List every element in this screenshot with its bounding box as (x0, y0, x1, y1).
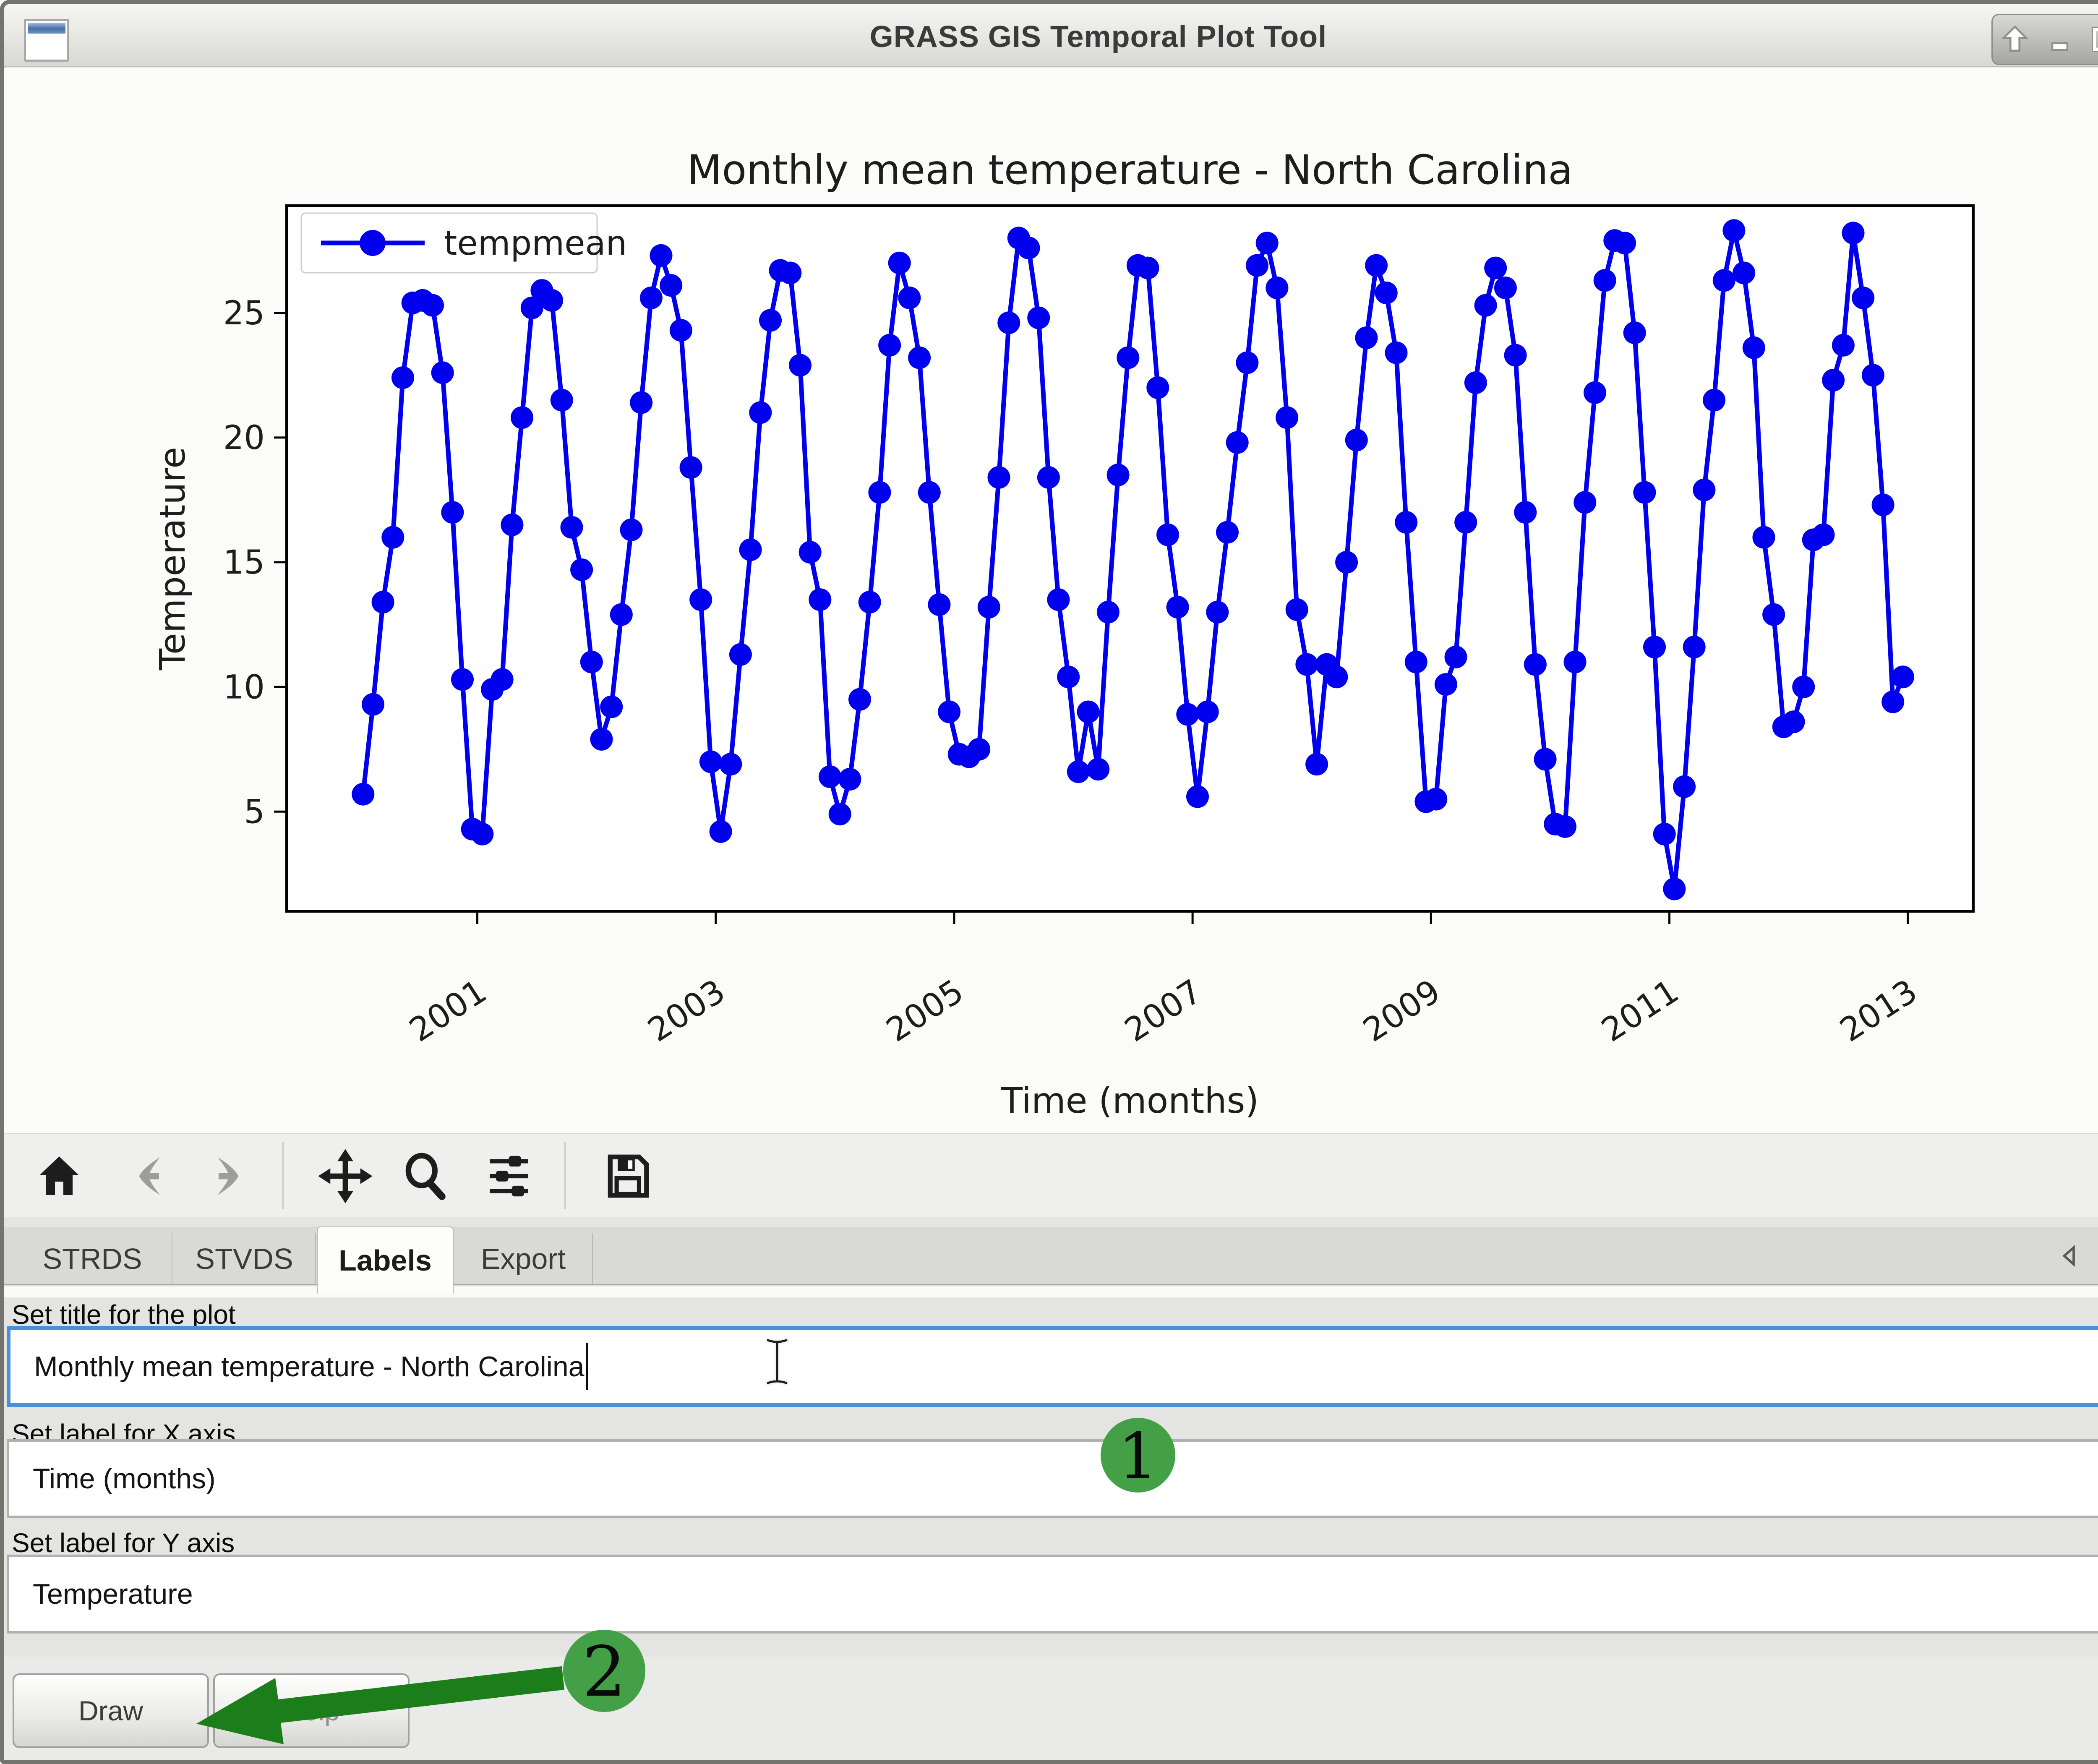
forward-icon[interactable] (199, 1148, 255, 1204)
svg-text:2005: 2005 (880, 972, 971, 1049)
y-axis-label-value: Temperature (33, 1578, 193, 1610)
back-icon[interactable] (123, 1148, 178, 1204)
figure-canvas[interactable]: 5 10 15 20 25 2001 2003 2005 2007 2009 2011 2013 Mon… (4, 68, 2098, 1133)
text-caret (586, 1343, 588, 1390)
y-axis-label-input[interactable]: Temperature (7, 1555, 2098, 1634)
svg-text:10: 10 (223, 668, 265, 706)
plot-title-input[interactable]: Monthly mean temperature - North Carolin… (7, 1326, 2098, 1407)
svg-text:2013: 2013 (1834, 972, 1924, 1049)
draw-button[interactable]: Draw (13, 1673, 209, 1748)
svg-text:15: 15 (223, 544, 265, 582)
plot-title-label: Set title for the plot (12, 1300, 236, 1329)
plot-title-value: Monthly mean temperature - North Carolin… (34, 1350, 584, 1383)
window-title: GRASS GIS Temporal Plot Tool (4, 20, 2098, 54)
app-window: GRASS GIS Temporal Plot Tool 5 10 15 20 25 20… (0, 0, 2098, 1764)
svg-text:25: 25 (223, 295, 265, 332)
toolbar-separator (282, 1142, 284, 1209)
svg-text:Time (months): Time (months) (1001, 1080, 1259, 1121)
button-row: Draw Help (4, 1657, 2098, 1760)
pan-icon[interactable] (318, 1148, 373, 1204)
configure-subplots-icon[interactable] (481, 1148, 537, 1204)
window-controls (1991, 14, 2098, 65)
svg-text:2011: 2011 (1595, 972, 1686, 1049)
title-bar[interactable]: GRASS GIS Temporal Plot Tool (4, 4, 2098, 67)
x-axis-label-input[interactable]: Time (months) (7, 1439, 2098, 1518)
maximize-window-icon[interactable] (2084, 19, 2098, 60)
tab-scroll-left-icon[interactable] (2056, 1239, 2083, 1273)
svg-text:tempmean: tempmean (444, 224, 627, 263)
svg-text:5: 5 (244, 793, 265, 831)
svg-text:2001: 2001 (403, 972, 493, 1049)
toolbar-separator (564, 1142, 566, 1209)
y-axis-label-label: Set label for Y axis (12, 1528, 235, 1558)
tab-stvds[interactable]: STVDS (173, 1233, 316, 1284)
svg-text:2007: 2007 (1118, 972, 1209, 1049)
minimize-window-icon[interactable] (2040, 19, 2080, 60)
help-button[interactable]: Help (213, 1673, 410, 1748)
temperature-line-chart[interactable]: 5 10 15 20 25 2001 2003 2005 2007 2009 2011 2013 Mon… (4, 68, 2098, 1133)
shade-window-icon[interactable] (1995, 19, 2035, 60)
svg-text:Monthly mean temperature - Nor: Monthly mean temperature - North Carolin… (687, 146, 1573, 193)
save-icon[interactable] (600, 1148, 655, 1204)
svg-text:Temperature: Temperature (152, 447, 193, 671)
zoom-icon[interactable] (398, 1148, 454, 1204)
tab-labels[interactable]: Labels (317, 1226, 454, 1294)
svg-text:2009: 2009 (1357, 972, 1447, 1049)
plot-toolbar (4, 1133, 2098, 1217)
tab-bar: STRDS STVDS Labels Export (4, 1227, 2098, 1285)
x-axis-label-value: Time (months) (33, 1462, 216, 1495)
svg-text:20: 20 (223, 419, 265, 457)
svg-text:2003: 2003 (642, 972, 732, 1049)
tab-strds[interactable]: STRDS (13, 1233, 172, 1284)
tab-export[interactable]: Export (454, 1233, 593, 1284)
home-icon[interactable] (31, 1148, 87, 1204)
